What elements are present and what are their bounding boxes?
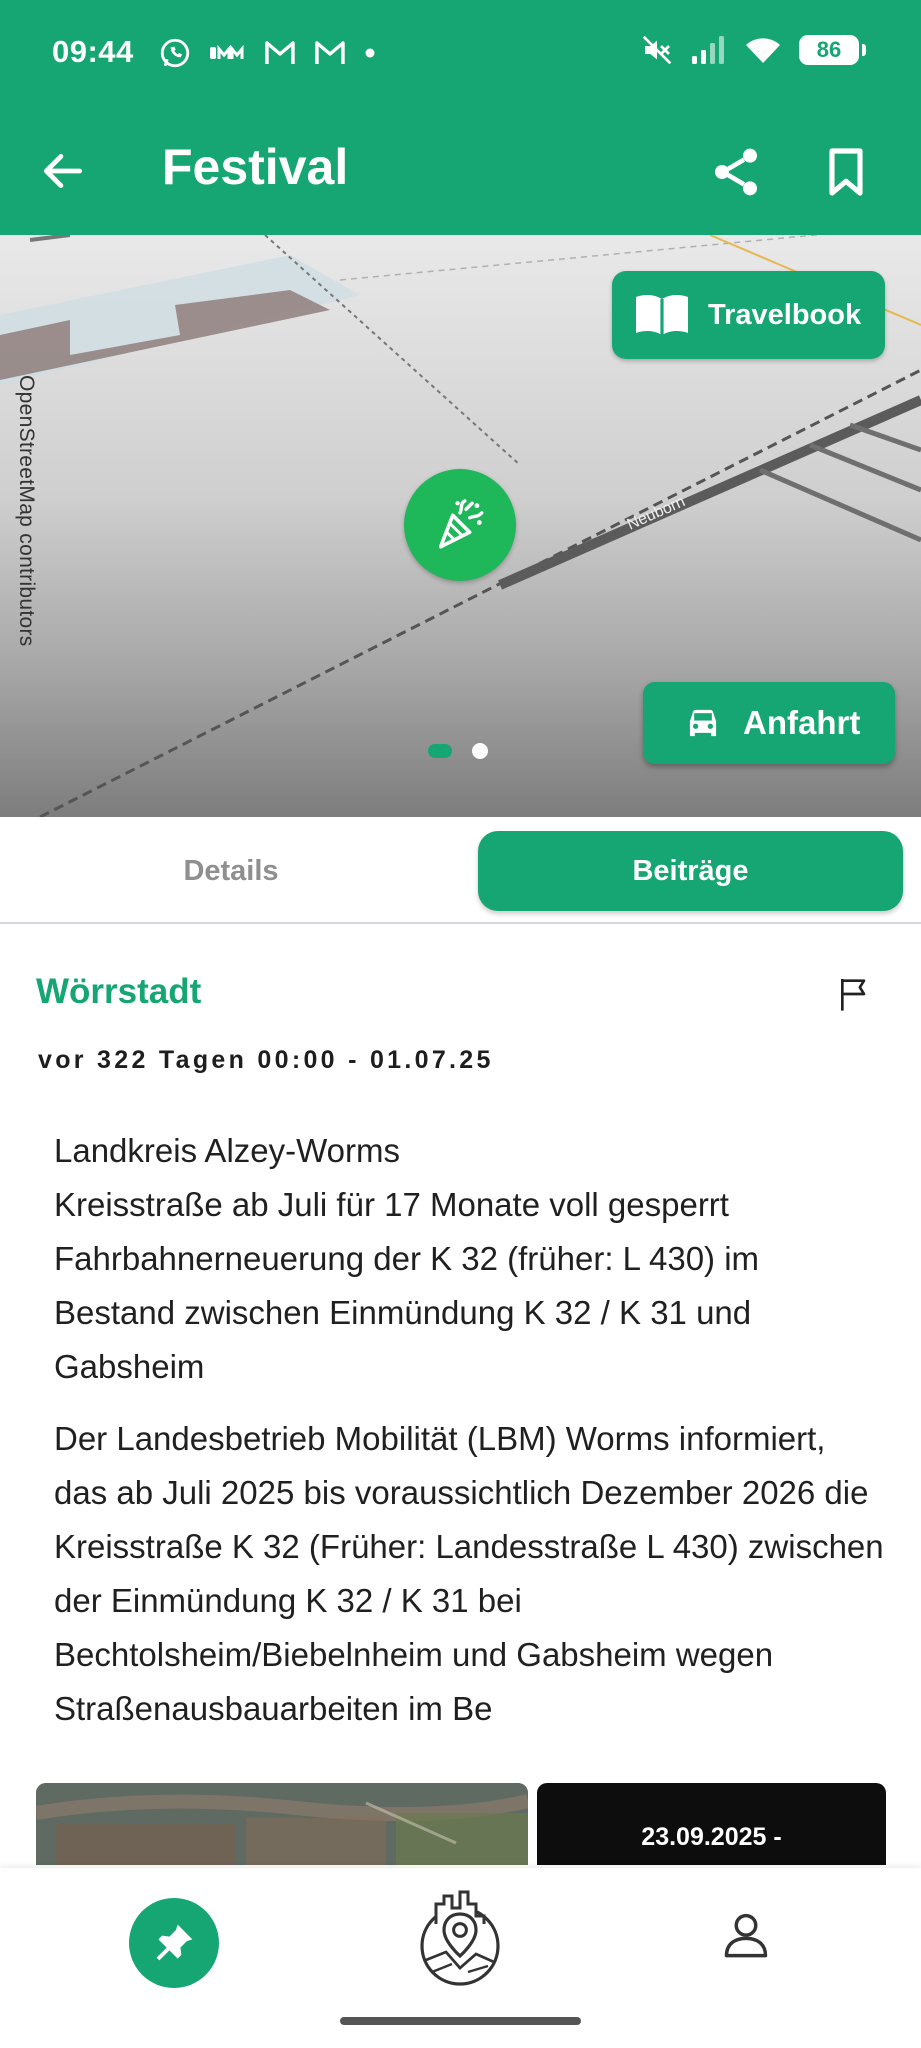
flag-icon[interactable] — [834, 974, 874, 1014]
pin-icon — [156, 1924, 193, 1961]
post-location[interactable]: Wörrstadt — [36, 972, 201, 1012]
thumbnail-aerial-photo[interactable] — [36, 1783, 528, 1865]
post-paragraph: Der Landesbetrieb Mobilität (LBM) Worms … — [54, 1420, 884, 1727]
post-date: vor 322 Tagen 00:00 - 01.07.25 — [38, 1046, 494, 1074]
map-view[interactable]: Neuborn OpenStreetMap contributors Trave… — [0, 235, 921, 817]
battery-level: 86 — [816, 37, 842, 62]
gmail-icon — [265, 41, 295, 64]
home-indicator[interactable] — [340, 2017, 581, 2025]
party-popper-icon — [438, 499, 484, 549]
event-marker[interactable] — [404, 469, 516, 581]
nav-pins-button[interactable] — [129, 1898, 219, 1988]
post-paragraph: Landkreis Alzey-Worms Kreisstraße ab Jul… — [54, 1132, 760, 1385]
whatsapp-icon — [160, 38, 190, 68]
tab-bar: Details Beiträge — [0, 817, 921, 924]
status-time: 09:44 — [52, 34, 134, 69]
travelbook-label: Travelbook — [708, 298, 862, 331]
tab-details[interactable]: Details — [16, 831, 446, 911]
directions-button[interactable]: Anfahrt — [643, 682, 895, 764]
page-title: Festival — [162, 139, 349, 195]
aerial-photo-image — [36, 1783, 528, 1865]
bookmark-icon[interactable] — [818, 144, 874, 200]
gmail-icon — [315, 41, 345, 64]
directions-label: Anfahrt — [743, 704, 861, 741]
pager-dot[interactable] — [472, 743, 488, 759]
travelbook-button[interactable]: Travelbook — [612, 271, 885, 359]
status-bar: 09:44 86 — [0, 0, 921, 110]
battery-icon: 86 — [799, 35, 866, 65]
open-book-icon — [636, 294, 688, 335]
pager-dot-active[interactable] — [428, 744, 452, 758]
share-icon[interactable] — [708, 144, 764, 200]
car-icon — [689, 709, 717, 737]
post-thumbnails: 23.09.2025 - — [36, 1783, 886, 1865]
map-attribution: OpenStreetMap contributors — [15, 375, 38, 647]
bottom-navigation — [0, 1868, 921, 2048]
poster-date-text: 23.09.2025 - — [641, 1823, 782, 1851]
post-body: Landkreis Alzey-Worms Kreisstraße ab Jul… — [54, 1124, 884, 1746]
thumbnail-event-poster[interactable]: 23.09.2025 - — [537, 1783, 886, 1865]
street-label: Neuborn — [625, 493, 688, 533]
system-icons: 86 — [641, 34, 866, 66]
mute-icon — [642, 35, 672, 65]
profile-icon[interactable] — [720, 1908, 772, 1960]
app-bar: Festival — [0, 110, 921, 235]
wifi-icon — [746, 38, 780, 63]
image-pager — [428, 743, 488, 759]
signal-icon — [692, 36, 724, 64]
city-map-icon[interactable] — [416, 1888, 504, 1988]
notification-icons — [158, 36, 376, 70]
carrier-icon — [210, 44, 244, 59]
tab-beitraege[interactable]: Beiträge — [478, 831, 903, 911]
dot-icon — [365, 48, 375, 58]
back-arrow-icon[interactable] — [38, 146, 88, 196]
